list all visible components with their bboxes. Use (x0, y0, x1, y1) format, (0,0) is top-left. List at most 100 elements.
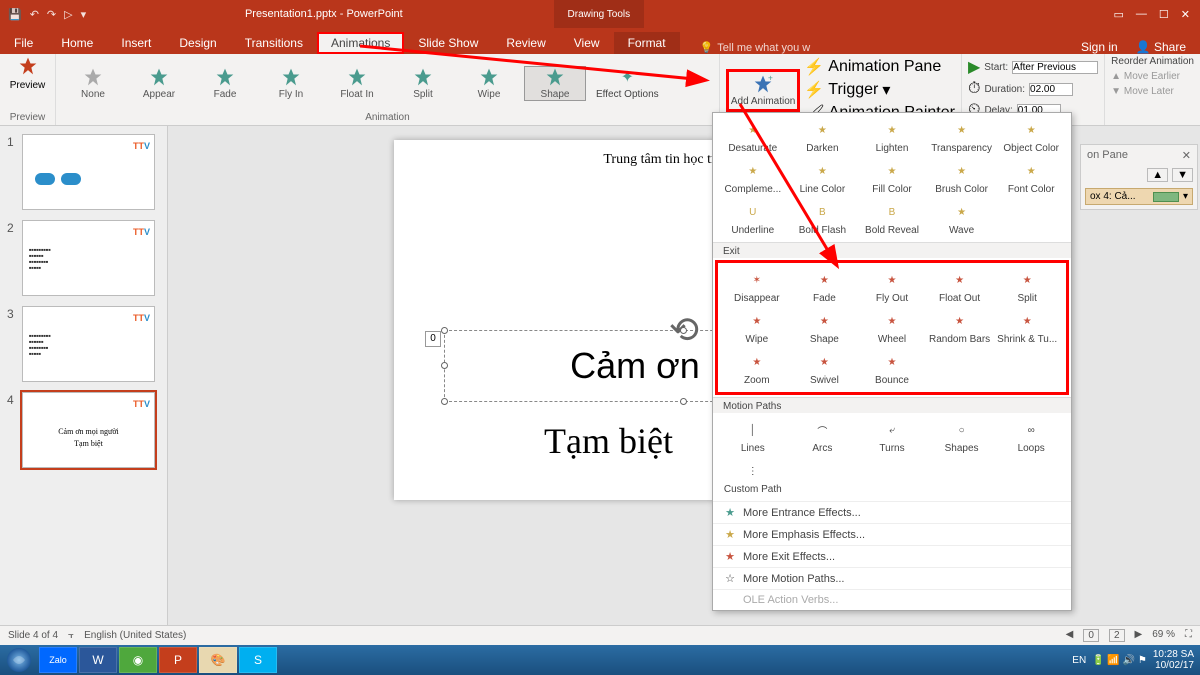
zoom-level[interactable]: 69 % (1152, 629, 1175, 642)
effect-shape[interactable]: Shape (524, 66, 586, 101)
motion-lines[interactable]: │Lines (719, 417, 787, 456)
more-entrance[interactable]: ★More Entrance Effects... (713, 501, 1071, 523)
effect-flyin[interactable]: Fly In (260, 67, 322, 100)
emph-darken[interactable]: ★Darken (789, 117, 857, 156)
motion-turns[interactable]: ⤶Turns (858, 417, 926, 456)
signin-link[interactable]: Sign in (1081, 40, 1118, 54)
pane-down-icon[interactable]: ▼ (1172, 168, 1193, 182)
effect-split[interactable]: Split (392, 67, 454, 100)
taskbar-word[interactable]: W (79, 647, 117, 673)
thumbnail-4[interactable]: 4 TTV Cảm ơn mọi người Tạm biệt (22, 392, 155, 468)
emph-wave[interactable]: ★Wave (928, 199, 996, 238)
move-later-button[interactable]: ▼ Move Later (1111, 86, 1174, 97)
emph-boldreveal[interactable]: BBold Reveal (858, 199, 926, 238)
scroll-left[interactable]: ◀ (1066, 629, 1074, 642)
exit-shape[interactable]: ★Shape (792, 308, 858, 347)
anim-pane-item[interactable]: ox 4: Cả...▾ (1085, 188, 1193, 205)
taskbar-zalo[interactable]: Zalo (39, 647, 77, 673)
exit-swivel[interactable]: ★Swivel (792, 349, 858, 388)
emph-objectcolor[interactable]: ★Object Color (997, 117, 1065, 156)
save-icon[interactable]: 💾 (8, 8, 22, 21)
emph-transparency[interactable]: ★Transparency (928, 117, 996, 156)
motion-loops[interactable]: ∞Loops (997, 417, 1065, 456)
tab-review[interactable]: Review (492, 32, 559, 54)
language-status[interactable]: English (United States) (84, 630, 186, 641)
taskbar-coccoc[interactable]: ◉ (119, 647, 157, 673)
effect-fade[interactable]: Fade (194, 67, 256, 100)
motion-arcs[interactable]: ⌒Arcs (789, 417, 857, 456)
emph-desaturate[interactable]: ★Desaturate (719, 117, 787, 156)
animation-pane-button[interactable]: ⚡ Animation Pane (804, 57, 955, 77)
minimize-icon[interactable]: — (1136, 8, 1147, 21)
close-pane-icon[interactable]: ✕ (1182, 149, 1191, 162)
exit-disappear[interactable]: ✶Disappear (724, 267, 790, 306)
ole-verbs[interactable]: OLE Action Verbs... (713, 589, 1071, 610)
more-emphasis[interactable]: ★More Emphasis Effects... (713, 523, 1071, 545)
tab-animations[interactable]: Animations (317, 32, 404, 54)
taskbar-powerpoint[interactable]: P (159, 647, 197, 673)
exit-shrinkturn[interactable]: ★Shrink & Tu... (994, 308, 1060, 347)
emph-fontcolor[interactable]: ★Font Color (997, 158, 1065, 197)
tray-icons[interactable]: 🔋 📶 🔊 ⚑ (1092, 655, 1147, 666)
redo-icon[interactable]: ↷ (47, 8, 56, 21)
tab-view[interactable]: View (560, 32, 614, 54)
thumbnail-2[interactable]: 2 TTV ■■■■■■■■■■■■■■■■■■■■■■■■■■■■ (22, 220, 155, 296)
undo-icon[interactable]: ↶ (30, 8, 39, 21)
emph-fillcolor[interactable]: ★Fill Color (858, 158, 926, 197)
effect-wipe[interactable]: Wipe (458, 67, 520, 100)
motion-shapes[interactable]: ○Shapes (928, 417, 996, 456)
qat-more-icon[interactable]: ▾ (81, 8, 87, 21)
close-icon[interactable]: ✕ (1181, 8, 1190, 21)
maximize-icon[interactable]: ☐ (1159, 8, 1169, 21)
taskbar-skype[interactable]: S (239, 647, 277, 673)
emph-linecolor[interactable]: ★Line Color (789, 158, 857, 197)
ribbon-options-icon[interactable]: ▭ (1114, 8, 1124, 21)
emph-boldflash[interactable]: BBold Flash (789, 199, 857, 238)
effect-floatin[interactable]: Float In (326, 67, 388, 100)
tray-clock[interactable]: 10:28 SA 10/02/17 (1153, 649, 1194, 671)
tab-slideshow[interactable]: Slide Show (404, 32, 492, 54)
animation-order-badge[interactable]: 0 (425, 331, 441, 347)
exit-wipe[interactable]: ★Wipe (724, 308, 790, 347)
start-select[interactable] (1012, 61, 1098, 74)
tab-insert[interactable]: Insert (107, 32, 165, 54)
scroll-right[interactable]: ▶ (1135, 629, 1143, 642)
thumbnail-1[interactable]: 1 TTV (22, 134, 155, 210)
fit-icon[interactable]: ⛶ (1185, 629, 1192, 642)
emph-brushcolor[interactable]: ★Brush Color (928, 158, 996, 197)
effect-options-button[interactable]: ✦Effect Options (590, 65, 665, 102)
exit-randombars[interactable]: ★Random Bars (927, 308, 993, 347)
thumbnail-3[interactable]: 3 TTV ■■■■■■■■■■■■■■■■■■■■■■■■■■■■ (22, 306, 155, 382)
taskbar-paint[interactable]: 🎨 (199, 647, 237, 673)
exit-zoom[interactable]: ★Zoom (724, 349, 790, 388)
tellme-input[interactable]: Tell me what you w (717, 42, 810, 54)
emph-lighten[interactable]: ★Lighten (858, 117, 926, 156)
emph-complementary[interactable]: ★Compleme... (719, 158, 787, 197)
share-button[interactable]: 👤 Share (1136, 40, 1186, 54)
more-motion[interactable]: ☆More Motion Paths... (713, 567, 1071, 589)
move-earlier-button[interactable]: ▲ Move Earlier (1111, 71, 1180, 82)
preview-button[interactable]: Preview (10, 80, 46, 91)
tab-format[interactable]: Format (614, 32, 680, 54)
exit-bounce[interactable]: ★Bounce (859, 349, 925, 388)
exit-flyout[interactable]: ★Fly Out (859, 267, 925, 306)
exit-wheel[interactable]: ★Wheel (859, 308, 925, 347)
tab-design[interactable]: Design (165, 32, 230, 54)
more-exit[interactable]: ★More Exit Effects... (713, 545, 1071, 567)
effect-appear[interactable]: Appear (128, 67, 190, 100)
motion-custompath[interactable]: ⋮Custom Path (719, 458, 787, 497)
tab-home[interactable]: Home (47, 32, 107, 54)
tab-file[interactable]: File (0, 32, 47, 54)
exit-fade[interactable]: ★Fade (792, 267, 858, 306)
start-button[interactable] (0, 645, 38, 675)
effect-none[interactable]: None (62, 67, 124, 100)
emph-underline[interactable]: UUnderline (719, 199, 787, 238)
trigger-button[interactable]: ⚡ Trigger ▾ (804, 80, 955, 100)
pane-up-icon[interactable]: ▲ (1147, 168, 1168, 182)
exit-floatout[interactable]: ★Float Out (927, 267, 993, 306)
duration-input[interactable] (1029, 83, 1073, 96)
exit-split[interactable]: ★Split (994, 267, 1060, 306)
slide-thumbnails[interactable]: 1 TTV 2 TTV ■■■■■■■■■■■■■■■■■■■■■■■■■■■■… (0, 126, 168, 625)
add-animation-button[interactable]: + Add Animation (726, 69, 801, 112)
tray-lang[interactable]: EN (1072, 655, 1086, 666)
